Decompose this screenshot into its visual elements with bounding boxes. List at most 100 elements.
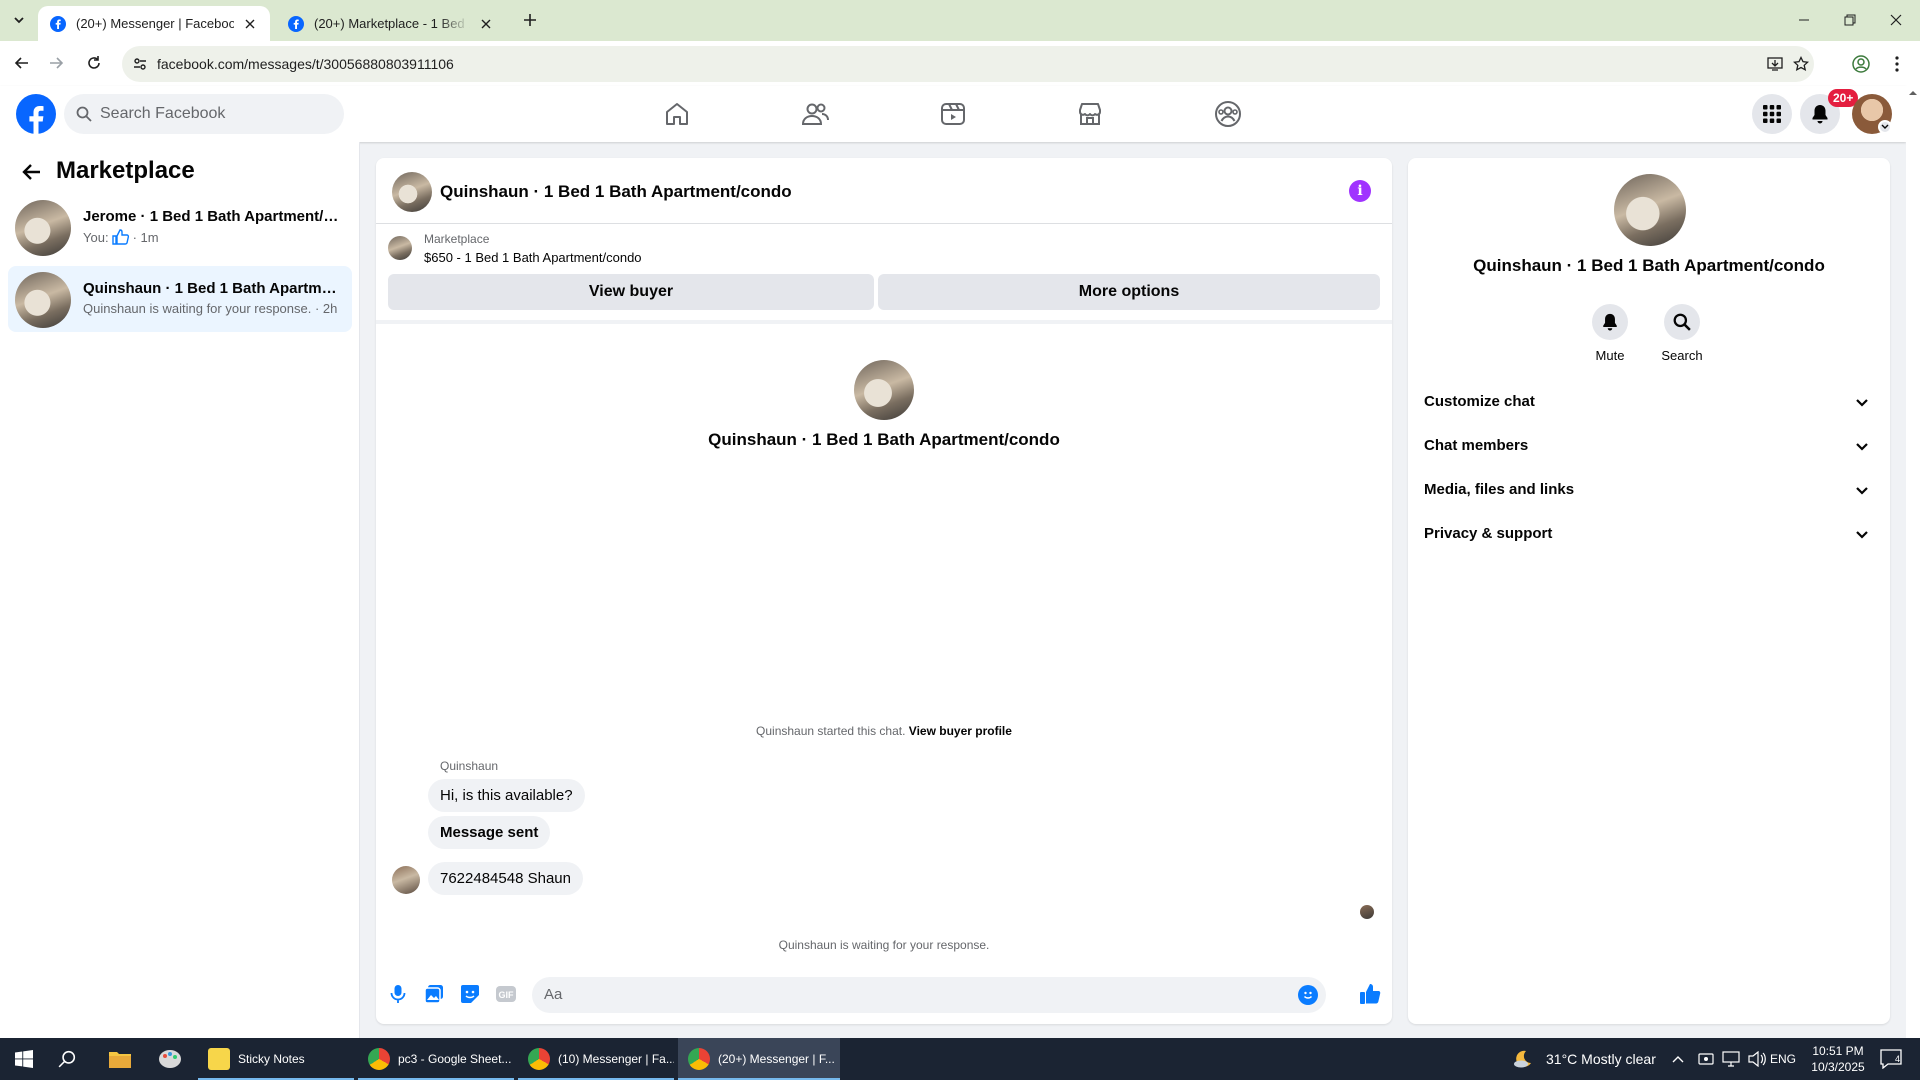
facebook-logo-icon[interactable]: [16, 94, 56, 134]
facebook-favicon-icon: [50, 15, 66, 32]
nav-groups[interactable]: [1173, 86, 1283, 142]
photo-icon[interactable]: [422, 982, 446, 1006]
search-in-conversation-button[interactable]: Search: [1642, 304, 1722, 363]
nav-video[interactable]: [898, 86, 1008, 142]
message-composer[interactable]: [532, 977, 1326, 1013]
marketplace-label: Marketplace: [424, 232, 490, 246]
sender-avatar[interactable]: [392, 866, 420, 894]
sender-name: Quinshaun: [440, 759, 499, 773]
chevron-down-icon: [1856, 399, 1868, 407]
conversation-name: Jerome · 1 Bed 1 Bath Apartment/condo: [83, 208, 343, 225]
menu-grid-button[interactable]: [1752, 94, 1792, 134]
minimize-icon[interactable]: [1792, 8, 1816, 32]
media-files-links-section[interactable]: Media, files and links: [1416, 468, 1882, 512]
conversation-item-selected[interactable]: Quinshaun · 1 Bed 1 Bath Apartment/condo…: [8, 266, 352, 332]
browser-tab-marketplace[interactable]: (20+) Marketplace - 1 Bed 1 Ba: [276, 6, 506, 41]
close-window-icon[interactable]: [1884, 8, 1908, 32]
chrome-icon: [688, 1048, 710, 1070]
panel-avatar[interactable]: [1614, 174, 1686, 246]
view-buyer-profile-link[interactable]: View buyer profile: [909, 724, 1012, 738]
more-options-button[interactable]: More options: [878, 274, 1380, 310]
back-arrow-icon[interactable]: [10, 51, 34, 75]
marketplace-chat-list: Marketplace Jerome · 1 Bed 1 Bath Apartm…: [0, 142, 360, 1038]
taskbar-app-chrome-messenger-10[interactable]: (10) Messenger | Fa...: [518, 1038, 674, 1080]
paint-app-icon[interactable]: [158, 1038, 186, 1080]
message-bubble[interactable]: Hi, is this available?: [428, 779, 585, 812]
facebook-header: 20+: [0, 86, 1906, 142]
restore-icon[interactable]: [1838, 8, 1862, 32]
nav-friends[interactable]: [760, 86, 870, 142]
tab-close-icon[interactable]: [478, 16, 494, 32]
tab-title: (20+) Marketplace - 1 Bed 1 Ba: [314, 16, 470, 31]
new-tab-plus-icon[interactable]: [520, 10, 540, 30]
chat-window: Quinshaun · 1 Bed 1 Bath Apartment/condo…: [376, 158, 1392, 1024]
chat-header: Quinshaun · 1 Bed 1 Bath Apartment/condo…: [376, 158, 1392, 224]
scroll-up-arrow-icon[interactable]: [1906, 86, 1920, 100]
meet-now-icon[interactable]: [1698, 1038, 1714, 1080]
facebook-search[interactable]: [64, 94, 344, 134]
page-scrollbar[interactable]: [1906, 86, 1920, 1038]
svg-text:GIF: GIF: [499, 990, 515, 1000]
divider: [376, 320, 1392, 324]
buyer-avatar[interactable]: [854, 360, 914, 420]
forward-arrow-icon[interactable]: [44, 51, 68, 75]
network-icon[interactable]: [1722, 1038, 1740, 1080]
listing-price-title[interactable]: $650 - 1 Bed 1 Bath Apartment/condo: [424, 250, 642, 265]
site-info-icon[interactable]: [132, 56, 148, 72]
search-icon: [1673, 313, 1691, 331]
gif-icon[interactable]: GIF: [494, 982, 518, 1006]
chat-title[interactable]: Quinshaun · 1 Bed 1 Bath Apartment/condo: [440, 182, 792, 202]
weather-moon-icon[interactable]: [1512, 1038, 1536, 1080]
action-center-icon[interactable]: 4: [1880, 1038, 1908, 1080]
conversation-item[interactable]: Jerome · 1 Bed 1 Bath Apartment/condo Yo…: [8, 194, 352, 260]
conversation-preview: You: · 1m: [83, 229, 159, 245]
microphone-icon[interactable]: [386, 982, 410, 1006]
customize-chat-section[interactable]: Customize chat: [1416, 380, 1882, 424]
reload-icon[interactable]: [82, 51, 106, 75]
thumbs-up-icon: [111, 229, 129, 245]
bookmark-star-icon[interactable]: [1792, 55, 1810, 73]
chat-avatar[interactable]: [392, 172, 432, 212]
privacy-support-section[interactable]: Privacy & support: [1416, 512, 1882, 556]
browser-menu-icon[interactable]: [1886, 53, 1908, 75]
home-icon: [666, 103, 688, 125]
profile-icon[interactable]: [1850, 53, 1872, 75]
info-icon[interactable]: i: [1349, 180, 1371, 202]
search-taskbar-icon[interactable]: [58, 1038, 86, 1080]
language-indicator[interactable]: ENG: [1770, 1038, 1796, 1080]
tab-close-icon[interactable]: [242, 16, 258, 32]
account-chevron-icon[interactable]: [1878, 120, 1892, 134]
taskbar-app-chrome-messenger-20[interactable]: (20+) Messenger | F...: [678, 1038, 840, 1080]
message-bubble[interactable]: Message sent: [428, 816, 551, 849]
start-windows-icon[interactable]: [0, 1038, 48, 1080]
taskbar-app-sticky-notes[interactable]: Sticky Notes: [198, 1038, 354, 1080]
tab-search-chevron-icon[interactable]: [8, 9, 30, 31]
volume-icon[interactable]: [1748, 1038, 1766, 1080]
message-bubble[interactable]: 7622484548 Shaun: [428, 862, 583, 895]
chevron-down-icon: [1856, 487, 1868, 495]
file-explorer-icon[interactable]: [108, 1038, 136, 1080]
weather-text[interactable]: 31°C Mostly clear: [1546, 1038, 1656, 1080]
search-input[interactable]: [100, 105, 320, 123]
nav-marketplace[interactable]: [1035, 86, 1145, 142]
conversation-preview: Quinshaun is waiting for your response. …: [83, 301, 338, 316]
sticker-icon[interactable]: [458, 982, 482, 1006]
install-app-icon[interactable]: [1766, 55, 1784, 73]
like-thumbs-up-icon[interactable]: [1358, 982, 1382, 1006]
emoji-icon[interactable]: [1298, 985, 1318, 1005]
address-bar[interactable]: facebook.com/messages/t/3005688080391110…: [122, 46, 1814, 82]
taskbar-clock[interactable]: 10:51 PM 10/3/2025: [1798, 1043, 1878, 1075]
nav-home[interactable]: [622, 86, 732, 142]
tray-chevron-up-icon[interactable]: [1672, 1038, 1688, 1080]
chat-started-notice: Quinshaun started this chat. View buyer …: [756, 724, 1012, 738]
waiting-notice: Quinshaun is waiting for your response.: [778, 938, 990, 952]
mute-button[interactable]: Mute: [1570, 304, 1650, 363]
back-button[interactable]: [16, 156, 48, 188]
browser-tab-messenger[interactable]: (20+) Messenger | Facebook: [38, 6, 270, 41]
view-buyer-button[interactable]: View buyer: [388, 274, 874, 310]
url-text[interactable]: facebook.com/messages/t/3005688080391110…: [157, 56, 454, 72]
taskbar-app-chrome-sheets[interactable]: pc3 - Google Sheet...: [358, 1038, 514, 1080]
chat-members-section[interactable]: Chat members: [1416, 424, 1882, 468]
listing-thumbnail: [388, 236, 412, 260]
message-input[interactable]: [544, 986, 1284, 1003]
